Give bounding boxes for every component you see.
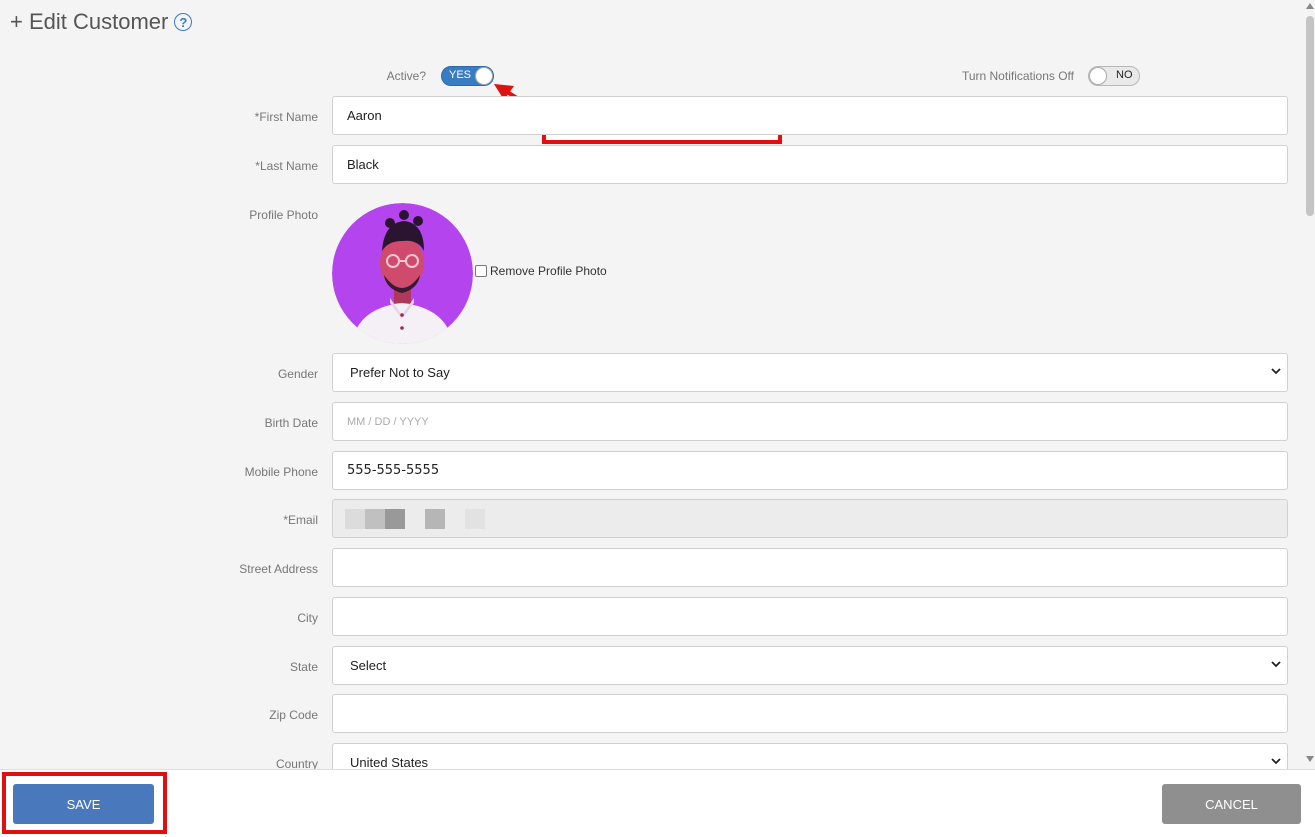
state-select[interactable]: Select [332, 646, 1288, 685]
city-field[interactable] [332, 597, 1288, 636]
help-icon[interactable]: ? [174, 13, 193, 31]
scroll-down-icon[interactable] [1306, 756, 1314, 762]
active-label: Active? [386, 69, 426, 83]
vertical-scrollbar[interactable] [1303, 0, 1315, 769]
gender-value: Prefer Not to Say [350, 365, 450, 380]
mobile-phone-value: 555-555-5555 [347, 463, 440, 478]
last-name-field[interactable]: Black [332, 145, 1288, 184]
last-name-label: *Last Name [255, 159, 318, 173]
country-value: United States [350, 755, 429, 770]
scroll-up-icon[interactable] [1306, 3, 1314, 9]
notifications-toggle-value: NO [1116, 69, 1133, 81]
scrollbar-thumb[interactable] [1306, 16, 1314, 216]
birth-date-placeholder: MM / DD / YYYY [347, 415, 429, 428]
street-address-field[interactable] [332, 548, 1288, 587]
mobile-phone-field[interactable]: 555-555-5555 [332, 451, 1288, 490]
last-name-value: Black [347, 157, 379, 172]
active-toggle[interactable]: YES [441, 66, 494, 86]
gender-label: Gender [277, 367, 318, 381]
remove-photo-label: Remove Profile Photo [490, 264, 607, 278]
avatar [332, 203, 473, 344]
birth-date-label: Birth Date [264, 416, 318, 430]
first-name-label: *First Name [254, 110, 318, 124]
email-label: *Email [283, 513, 318, 527]
street-address-label: Street Address [239, 562, 318, 576]
cancel-button[interactable]: CANCEL [1162, 784, 1301, 824]
save-button[interactable]: SAVE [13, 784, 154, 824]
first-name-value: Aaron [347, 108, 382, 123]
toggle-knob [1089, 67, 1107, 85]
email-field [332, 499, 1288, 538]
mobile-phone-label: Mobile Phone [244, 465, 318, 479]
state-value: Select [350, 658, 387, 673]
notifications-toggle[interactable]: NO [1088, 66, 1140, 86]
remove-photo-option[interactable]: Remove Profile Photo [475, 264, 607, 278]
first-name-field[interactable]: Aaron [332, 96, 1288, 135]
footer-bar [0, 769, 1315, 837]
state-label: State [289, 660, 318, 674]
gender-select[interactable]: Prefer Not to Say [332, 353, 1288, 392]
chevron-down-icon [1271, 368, 1281, 375]
birth-date-field[interactable]: MM / DD / YYYY [332, 402, 1288, 441]
zip-code-field[interactable] [332, 694, 1288, 733]
chevron-down-icon [1271, 661, 1281, 668]
active-toggle-value: YES [449, 69, 472, 81]
profile-photo-label: Profile Photo [249, 208, 318, 222]
chevron-down-icon [1271, 758, 1281, 765]
zip-code-label: Zip Code [269, 708, 318, 722]
page-title-text: + Edit Customer [10, 9, 169, 34]
remove-photo-checkbox[interactable] [475, 265, 487, 277]
notifications-label: Turn Notifications Off [961, 69, 1074, 83]
email-redacted [345, 508, 485, 529]
page-title: + Edit Customer ? [10, 9, 193, 35]
city-label: City [297, 611, 318, 625]
